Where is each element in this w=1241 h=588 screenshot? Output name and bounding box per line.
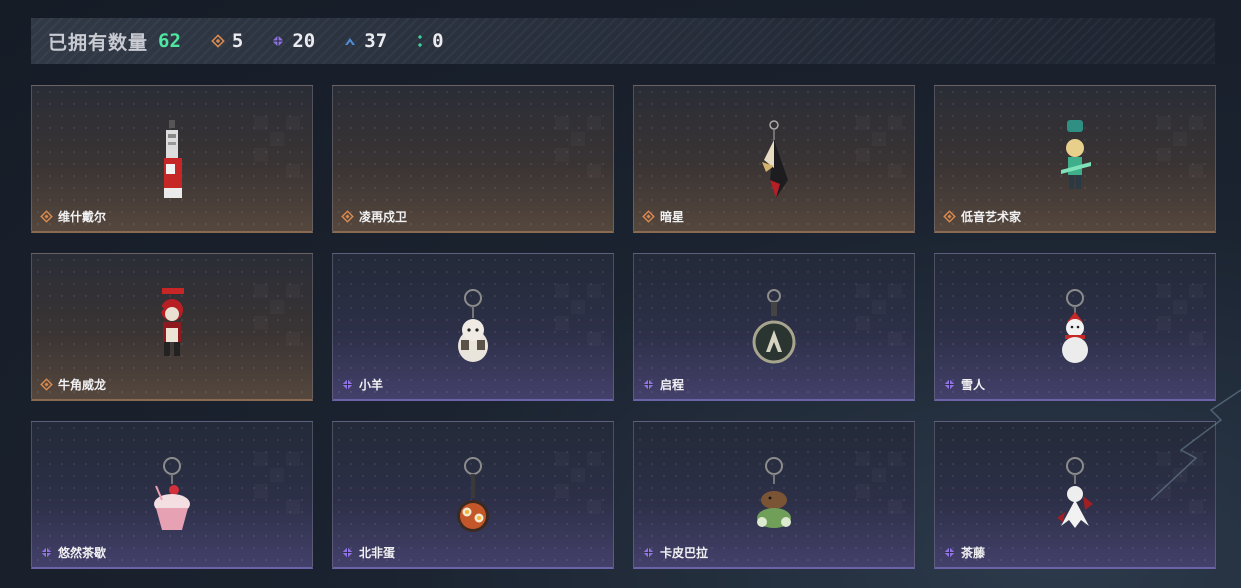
- item-name: 北非蛋: [359, 546, 396, 560]
- orange-diamond-rank-icon: [943, 210, 956, 223]
- item-label: 低音艺术家: [943, 208, 1021, 225]
- collection-item-card[interactable]: 卡皮巴拉: [633, 421, 915, 569]
- card-pattern-deco: [1157, 284, 1203, 350]
- ring-medallion-keychain-icon: [752, 289, 796, 364]
- card-pattern-deco: [555, 116, 601, 182]
- card-pattern-deco: [856, 116, 902, 182]
- item-label: 雪人: [943, 376, 985, 393]
- item-label: 悠然茶歇: [40, 544, 106, 561]
- owned-total-count: 62: [158, 30, 181, 52]
- purple-diamond-rank-icon: [944, 379, 955, 390]
- collection-item-card[interactable]: 凌再戍卫: [332, 85, 614, 233]
- collection-item-card[interactable]: 北非蛋: [332, 421, 614, 569]
- collection-item-card[interactable]: 暗星: [633, 85, 915, 233]
- collection-item-card[interactable]: 维什戴尔: [31, 85, 313, 233]
- collection-item-card[interactable]: 雪人: [934, 253, 1216, 401]
- card-pattern-deco: [555, 284, 601, 350]
- item-name: 暗星: [660, 210, 685, 224]
- collection-item-card[interactable]: 低音艺术家: [934, 85, 1216, 233]
- blue-rank-stat: 37: [343, 30, 387, 52]
- white-figure-keychain-icon: [1057, 457, 1093, 528]
- green-rank-count: 0: [432, 30, 444, 52]
- purple-diamond-rank-icon: [272, 35, 285, 47]
- ownership-summary-bar: 已拥有数量 62 5 20 37 0: [31, 18, 1215, 64]
- collection-item-card[interactable]: 启程: [633, 253, 915, 401]
- item-name: 维什戴尔: [58, 210, 107, 224]
- lamb-keychain-icon: [458, 289, 488, 362]
- purple-diamond-rank-icon: [944, 547, 955, 558]
- shakshuka-pan-keychain-icon: [457, 457, 489, 532]
- orange-diamond-rank-icon: [211, 34, 225, 48]
- snowman-keychain-icon: [1062, 289, 1088, 363]
- orange-diamond-rank-icon: [40, 210, 53, 223]
- item-label: 北非蛋: [341, 544, 395, 561]
- horned-dragon-figure-icon: [156, 288, 184, 356]
- item-label: 维什戴尔: [40, 208, 106, 225]
- purple-rank-stat: 20: [271, 30, 315, 52]
- orange-rank-stat: 5: [211, 30, 243, 52]
- orange-diamond-rank-icon: [341, 210, 354, 223]
- blue-rank-count: 37: [364, 30, 388, 52]
- purple-diamond-rank-icon: [41, 547, 52, 558]
- item-name: 雪人: [961, 378, 986, 392]
- orange-rank-count: 5: [231, 30, 244, 52]
- collection-item-card[interactable]: 小羊: [332, 253, 614, 401]
- item-label: 凌再戍卫: [341, 208, 407, 225]
- item-label: 小羊: [341, 376, 383, 393]
- red-white-card-pendant-icon: [164, 120, 182, 198]
- purple-diamond-rank-icon: [643, 379, 654, 390]
- item-name: 牛角威龙: [58, 378, 107, 392]
- orange-diamond-rank-icon: [642, 210, 655, 223]
- purple-diamond-rank-icon: [342, 547, 353, 558]
- item-label: 卡皮巴拉: [642, 544, 708, 561]
- card-pattern-deco: [555, 452, 601, 518]
- capybara-keychain-icon: [757, 457, 791, 528]
- item-name: 凌再戍卫: [359, 210, 408, 224]
- green-rank-stat: 0: [415, 30, 444, 52]
- cupcake-keychain-icon: [154, 457, 190, 530]
- blue-chevron-rank-icon: [345, 38, 356, 45]
- owned-count-title: 已拥有数量: [48, 32, 149, 54]
- collection-item-card[interactable]: 牛角威龙: [31, 253, 313, 401]
- green-dots-rank-icon: [418, 34, 423, 48]
- card-pattern-deco: [254, 116, 300, 182]
- item-label: 暗星: [642, 208, 684, 225]
- item-name: 启程: [660, 378, 685, 392]
- collection-item-card[interactable]: 悠然茶歇: [31, 421, 313, 569]
- purple-diamond-rank-icon: [643, 547, 654, 558]
- background-lightning-streak: [1150, 389, 1241, 501]
- card-pattern-deco: [1157, 116, 1203, 182]
- item-label: 茶藤: [943, 544, 985, 561]
- purple-rank-count: 20: [292, 30, 316, 52]
- card-pattern-deco: [856, 452, 902, 518]
- item-name: 卡皮巴拉: [660, 546, 709, 560]
- collection-grid: 维什戴尔 凌再戍卫 暗星 低音艺术家 牛角威龙 小羊 启程 雪人 悠然茶歇 北非…: [31, 85, 1216, 569]
- card-pattern-deco: [856, 284, 902, 350]
- card-pattern-deco: [254, 452, 300, 518]
- card-pattern-deco: [254, 284, 300, 350]
- item-name: 茶藤: [961, 546, 986, 560]
- purple-diamond-rank-icon: [342, 379, 353, 390]
- bass-artist-figure-icon: [1061, 120, 1091, 189]
- dark-star-pendant-icon: [762, 120, 788, 198]
- item-name: 悠然茶歇: [58, 546, 107, 560]
- item-name: 低音艺术家: [961, 210, 1022, 224]
- orange-diamond-rank-icon: [40, 378, 53, 391]
- item-label: 牛角威龙: [40, 376, 106, 393]
- item-name: 小羊: [359, 378, 384, 392]
- item-label: 启程: [642, 376, 684, 393]
